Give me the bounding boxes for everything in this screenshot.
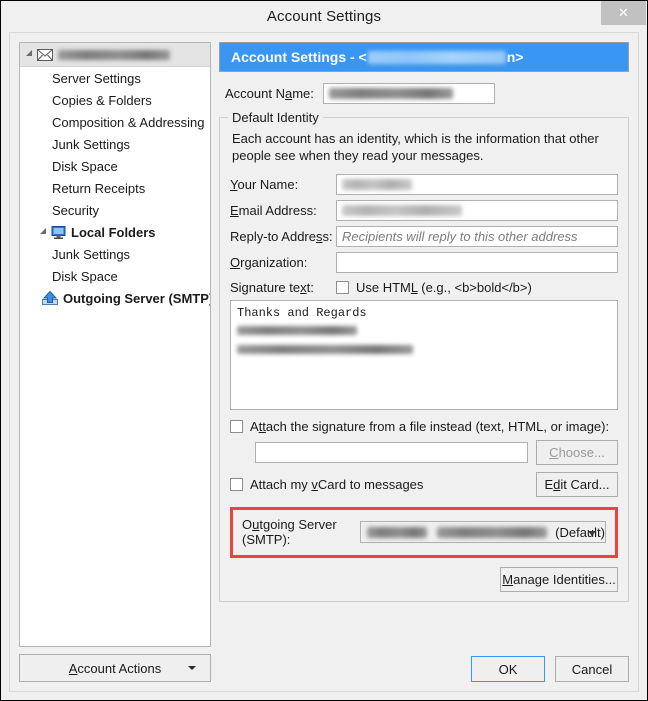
- organization-label: Organization:: [230, 255, 308, 270]
- email-address-row: Email Address:: [230, 200, 618, 221]
- dialog-client-area: Server Settings Copies & Folders Composi…: [9, 32, 639, 692]
- account-tree[interactable]: Server Settings Copies & Folders Composi…: [19, 42, 211, 647]
- manage-identities-button[interactable]: Manage Identities...: [500, 567, 618, 592]
- outgoing-server-highlight-box: Outgoing Server (SMTP): (Default): [230, 507, 618, 558]
- default-identity-legend: Default Identity: [228, 110, 323, 125]
- reply-to-address-label: Reply-to Address:: [230, 229, 333, 244]
- sidebar-item-label: Disk Space: [52, 158, 118, 174]
- default-identity-group: Default Identity Each account has an ide…: [219, 110, 629, 602]
- sidebar-item-label: Return Receipts: [52, 180, 146, 196]
- sidebar-item-label: Security: [52, 202, 99, 218]
- cancel-button[interactable]: Cancel: [555, 656, 629, 682]
- email-address-input[interactable]: [336, 200, 618, 221]
- account-actions-label: Account Actions: [68, 660, 162, 676]
- sidebar: Server Settings Copies & Folders Composi…: [19, 42, 211, 682]
- your-name-value-redacted: [342, 179, 412, 190]
- local-folders-monitor-icon: [51, 225, 66, 239]
- panel-header-prefix: Account Settings - <: [231, 49, 367, 65]
- attach-signature-file-row: Attach the signature from a file instead…: [230, 419, 618, 434]
- email-address-label: Email Address:: [230, 203, 317, 218]
- close-icon[interactable]: ✕: [601, 1, 646, 25]
- attach-vcard-checkbox[interactable]: [230, 478, 243, 491]
- account-actions-rest: ccount Actions: [77, 660, 162, 676]
- organization-row: Organization:: [230, 252, 618, 273]
- signature-line-1: Thanks and Regards: [237, 306, 367, 320]
- sidebar-item-copies-folders[interactable]: Copies & Folders: [20, 89, 210, 111]
- sidebar-item-local-folders[interactable]: Local Folders: [20, 221, 210, 243]
- use-html-checkbox[interactable]: [336, 281, 349, 294]
- title-bar: Account Settings ✕: [1, 1, 647, 32]
- dialog-footer: OK Cancel: [471, 656, 629, 682]
- outgoing-server-upload-icon: [42, 291, 58, 305]
- sidebar-item-label: Local Folders: [71, 224, 156, 240]
- smtp-server-host-redacted: [437, 526, 548, 538]
- signature-file-row: Choose...: [230, 440, 618, 465]
- chevron-down-icon: [588, 531, 596, 536]
- sidebar-item-server-settings[interactable]: Server Settings: [20, 67, 210, 89]
- account-name-value-redacted: [328, 88, 453, 99]
- sidebar-item-label: Outgoing Server (SMTP): [63, 290, 211, 306]
- account-name-row: Account Name:: [219, 83, 629, 104]
- your-name-input[interactable]: [336, 174, 618, 195]
- reply-to-address-input[interactable]: Recipients will reply to this other addr…: [336, 226, 618, 247]
- attach-signature-file-label: Attach the signature from a file instead…: [250, 419, 610, 434]
- window-title: Account Settings: [266, 8, 382, 25]
- sidebar-item-local-junk-settings[interactable]: Junk Settings: [20, 243, 210, 265]
- collapse-triangle-icon[interactable]: [24, 49, 35, 60]
- account-settings-window: Account Settings ✕ Server Settings Copie…: [0, 0, 648, 701]
- organization-input[interactable]: [336, 252, 618, 273]
- account-name-label: Account Name:: [225, 86, 314, 101]
- smtp-default-suffix: (Default): [555, 524, 605, 540]
- default-identity-description: Each account has an identity, which is t…: [232, 131, 599, 163]
- ok-button[interactable]: OK: [471, 656, 545, 682]
- attach-vcard-row: Attach my vCard to messages Ed it Card...: [230, 472, 618, 497]
- settings-panel: Account Settings - < n> Account Name: De…: [219, 42, 629, 682]
- account-actions-button[interactable]: Account Actions: [19, 654, 211, 682]
- sidebar-item-junk-settings[interactable]: Junk Settings: [20, 133, 210, 155]
- sidebar-item-security[interactable]: Security: [20, 199, 210, 221]
- signature-line-3-redacted: [237, 345, 413, 355]
- sidebar-item-composition-addressing[interactable]: Composition & Addressing: [20, 111, 210, 133]
- outgoing-server-select[interactable]: (Default): [360, 521, 606, 543]
- panel-header: Account Settings - < n>: [219, 42, 629, 72]
- tree-item-account[interactable]: [20, 43, 210, 67]
- sidebar-item-disk-space[interactable]: Disk Space: [20, 155, 210, 177]
- signature-textarea[interactable]: Thanks and Regards: [230, 300, 618, 410]
- attach-signature-file-checkbox[interactable]: [230, 420, 243, 433]
- sidebar-item-label: Disk Space: [52, 268, 118, 284]
- sidebar-item-local-disk-space[interactable]: Disk Space: [20, 265, 210, 287]
- sidebar-item-label: Junk Settings: [52, 246, 131, 262]
- signature-line-2-redacted: [237, 326, 357, 336]
- envelope-icon: [37, 48, 53, 61]
- collapse-triangle-icon[interactable]: [38, 227, 49, 238]
- sidebar-item-label: Junk Settings: [52, 136, 131, 152]
- choose-button[interactable]: Choose...: [536, 440, 618, 465]
- sidebar-item-return-receipts[interactable]: Return Receipts: [20, 177, 210, 199]
- your-name-label: Your Name:: [230, 177, 299, 192]
- outgoing-server-label: Outgoing Server (SMTP):: [242, 517, 337, 547]
- edit-card-button[interactable]: Ed it Card...: [536, 472, 618, 497]
- account-name-redacted: [58, 49, 170, 60]
- sidebar-item-outgoing-server-smtp[interactable]: Outgoing Server (SMTP): [20, 287, 210, 309]
- signature-text-label: Signature text:: [230, 280, 314, 295]
- account-name-input[interactable]: [322, 83, 495, 104]
- manage-identities-row: Manage Identities...: [230, 567, 618, 592]
- signature-file-path-input[interactable]: [255, 442, 528, 463]
- your-name-row: Your Name:: [230, 174, 618, 195]
- signature-header-row: Signature text: Use HTML (e.g., <b>bold<…: [230, 280, 618, 295]
- smtp-server-name-redacted: [367, 526, 428, 538]
- sidebar-item-label: Copies & Folders: [52, 92, 152, 108]
- email-address-value-redacted: [342, 205, 462, 216]
- reply-to-address-row: Reply-to Address: Recipients will reply …: [230, 226, 618, 247]
- panel-header-suffix: n>: [506, 49, 524, 65]
- attach-vcard-label: Attach my vCard to messages: [250, 477, 424, 492]
- outgoing-server-row: Outgoing Server (SMTP): (Default): [242, 517, 606, 547]
- sidebar-item-label: Composition & Addressing: [52, 114, 205, 130]
- sidebar-item-label: Server Settings: [52, 70, 141, 86]
- use-html-label: Use HTML (e.g., <b>bold</b>): [356, 280, 532, 295]
- chevron-down-icon: [188, 666, 196, 670]
- panel-header-address-redacted: [367, 50, 506, 64]
